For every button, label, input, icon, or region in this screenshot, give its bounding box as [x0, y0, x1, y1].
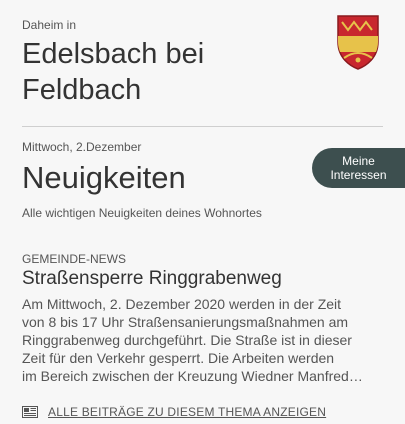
location-pre-label: Daheim in: [22, 18, 77, 32]
my-interests-label-line1: Meine: [342, 154, 375, 168]
newspaper-icon: [22, 406, 38, 418]
town-name-line1: Edelsbach bei: [22, 38, 205, 70]
header-divider: [22, 126, 383, 127]
article-excerpt-line: Zeit für den Verkehr gesperrt. Die Arbei…: [22, 350, 335, 366]
town-name: Edelsbach bei Feldbach: [22, 36, 322, 108]
town-name-line2: Feldbach: [22, 74, 142, 106]
location-header: Daheim in Edelsbach bei Feldbach: [22, 18, 322, 108]
article-category: GEMEINDE-NEWS: [22, 252, 127, 266]
page-title: Neuigkeiten: [22, 160, 186, 195]
coat-of-arms-icon: [337, 15, 379, 70]
article-excerpt-line: Ringgrabenweg durchgeführt. Die Straße i…: [22, 332, 352, 348]
article-excerpt-line: Am Mittwoch, 2. Dezember 2020 werden in …: [22, 296, 342, 312]
page-subtitle: Alle wichtigen Neuigkeiten deines Wohnor…: [22, 206, 262, 220]
all-posts-link-label: ALLE BEITRÄGE ZU DIESEM THEMA ANZEIGEN: [48, 405, 327, 419]
article-excerpt-line: von 8 bis 17 Uhr Straßensanierungsmaßnah…: [22, 314, 349, 330]
all-posts-link[interactable]: ALLE BEITRÄGE ZU DIESEM THEMA ANZEIGEN: [22, 405, 326, 419]
article-excerpt[interactable]: Am Mittwoch, 2. Dezember 2020 werden in …: [22, 295, 384, 385]
article-excerpt-line: im Bereich zwischen der Kreuzung Wiedner…: [22, 368, 363, 384]
my-interests-button[interactable]: Meine Interessen: [312, 148, 405, 188]
date-label: Mittwoch, 2.Dezember: [22, 140, 142, 154]
article-title[interactable]: Straßensperre Ringgrabenweg: [22, 268, 282, 290]
my-interests-label-line2: Interessen: [330, 168, 387, 182]
